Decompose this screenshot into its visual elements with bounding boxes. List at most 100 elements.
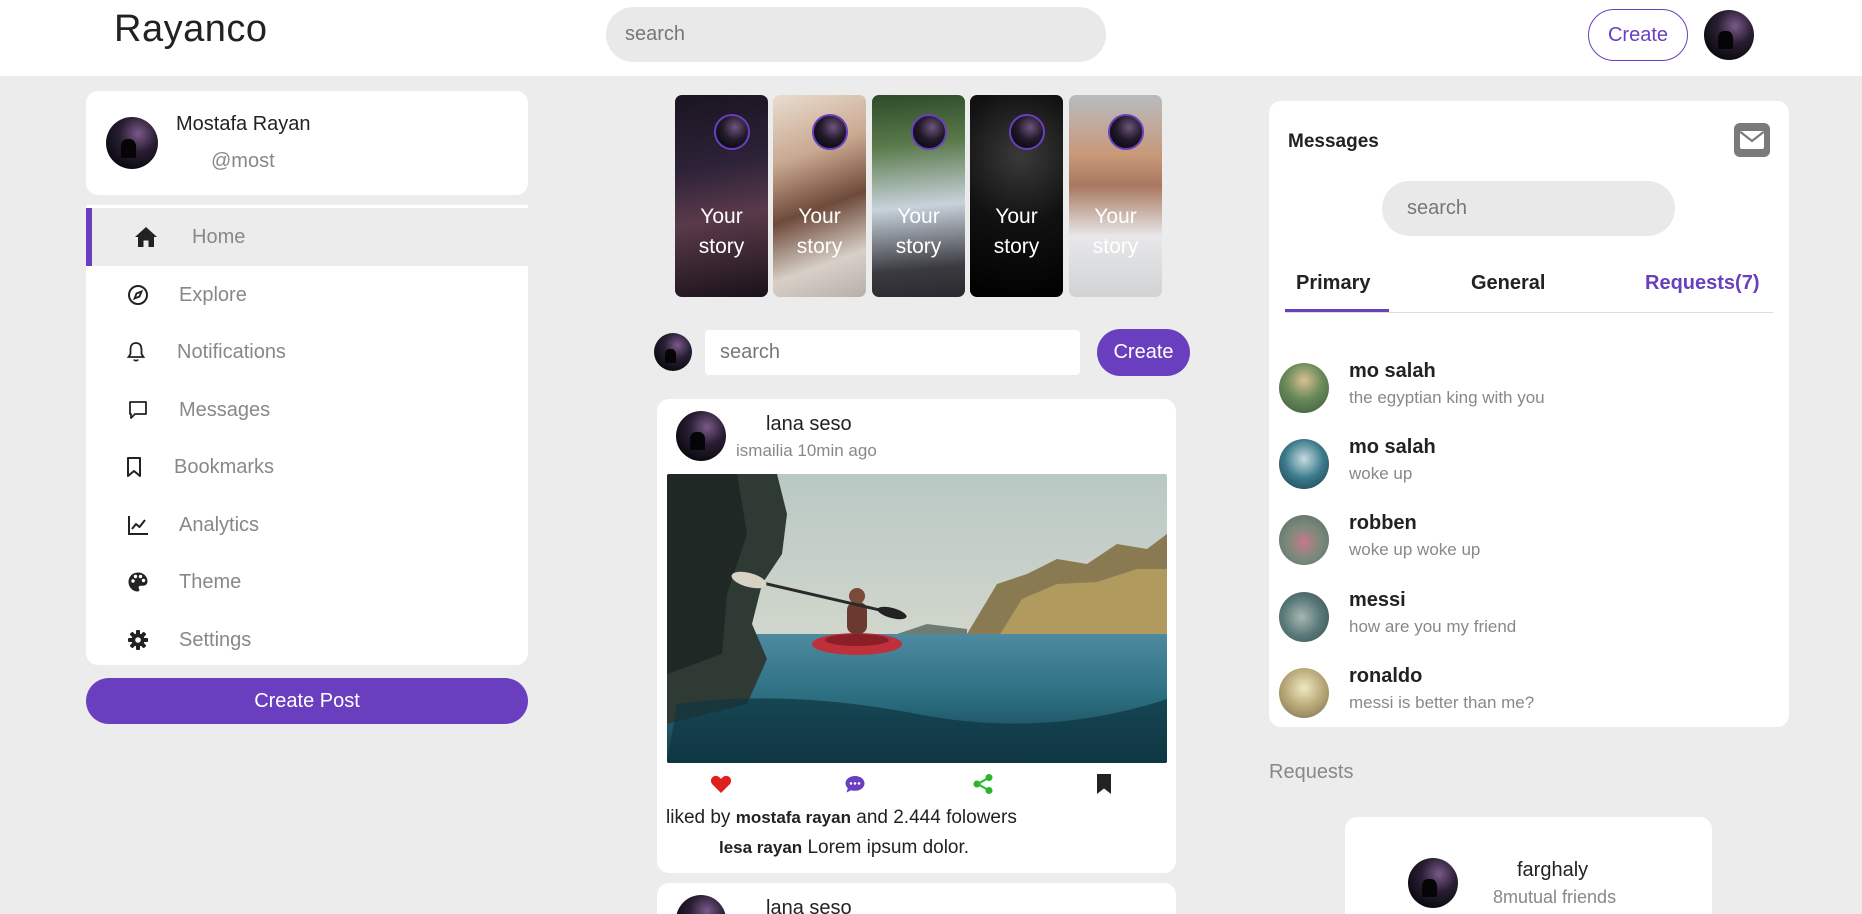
- top-search-input[interactable]: [606, 7, 1106, 62]
- feed-post: lana seso: [657, 883, 1176, 914]
- post-author-name[interactable]: lana seso: [766, 413, 852, 436]
- message-sender: mo salah: [1349, 360, 1436, 382]
- story-card[interactable]: Your story: [773, 95, 866, 297]
- story-label: Your story: [993, 205, 1040, 258]
- heart-icon[interactable]: [708, 771, 734, 797]
- message-preview: messi is better than me?: [1349, 693, 1535, 712]
- tab-primary[interactable]: Primary: [1285, 267, 1389, 312]
- sidebar: Home Explore Notifications Messages Book…: [86, 205, 528, 665]
- composer-avatar: [654, 333, 692, 371]
- profile-name: Mostafa Rayan: [176, 113, 311, 135]
- sidebar-item-label: Settings: [179, 628, 252, 651]
- home-icon: [134, 225, 158, 249]
- palette-icon: [126, 570, 150, 594]
- message-preview: woke up woke up: [1349, 540, 1481, 559]
- story-card[interactable]: Your story: [1069, 95, 1162, 297]
- message-sender: messi: [1349, 589, 1406, 611]
- profile-avatar: [106, 117, 158, 169]
- tab-requests[interactable]: Requests(7): [1645, 267, 1759, 312]
- profile-card[interactable]: Mostafa Rayan @most: [86, 91, 528, 195]
- feed-post: lana seso ismailia 10min ago liked by mo…: [657, 399, 1176, 873]
- liked-by-user[interactable]: mostafa rayan: [736, 808, 851, 827]
- sidebar-item-label: Notifications: [177, 340, 286, 363]
- sidebar-item-theme[interactable]: Theme: [86, 553, 528, 611]
- story-avatar: [911, 114, 947, 150]
- post-image: [667, 474, 1167, 763]
- sidebar-item-label: Explore: [179, 283, 247, 306]
- request-mutual-friends: 8mutual friends: [1493, 887, 1617, 907]
- story-card[interactable]: Your story: [675, 95, 768, 297]
- post-author-avatar[interactable]: [676, 895, 726, 914]
- message-item[interactable]: mo salah the egyptian king with you: [1269, 350, 1789, 420]
- message-avatar: [1279, 592, 1329, 642]
- story-label: Your story: [796, 205, 843, 258]
- sidebar-item-messages[interactable]: Messages: [86, 381, 528, 439]
- story-avatar: [812, 114, 848, 150]
- envelope-icon[interactable]: [1734, 123, 1770, 157]
- sidebar-item-label: Messages: [179, 398, 271, 421]
- post-author-avatar[interactable]: [676, 411, 726, 461]
- post-likes: liked by mostafa rayan and 2.444 folower…: [666, 807, 1017, 828]
- messages-title: Messages: [1288, 131, 1379, 152]
- message-item[interactable]: robben woke up woke up: [1269, 502, 1789, 572]
- message-preview: how are you my friend: [1349, 617, 1517, 636]
- post-author-name[interactable]: lana seso: [766, 897, 852, 914]
- share-icon[interactable]: [970, 771, 996, 797]
- story-avatar: [1108, 114, 1144, 150]
- brand-logo[interactable]: Rayanco: [114, 8, 267, 51]
- sidebar-item-label: Bookmarks: [174, 455, 275, 478]
- profile-handle: @most: [211, 150, 275, 172]
- request-card[interactable]: farghaly 8mutual friends: [1345, 817, 1712, 914]
- create-post-button[interactable]: Create Post: [86, 678, 528, 724]
- requests-title: Requests: [1269, 761, 1354, 783]
- bell-icon: [124, 340, 148, 364]
- sidebar-item-label: Theme: [179, 570, 242, 593]
- post-caption: lesa rayan Lorem ipsum dolor.: [719, 837, 970, 858]
- post-meta: ismailia 10min ago: [736, 441, 877, 460]
- tab-general[interactable]: General: [1471, 267, 1545, 312]
- story-avatar: [714, 114, 750, 150]
- composer-input[interactable]: [705, 330, 1080, 375]
- message-item[interactable]: ronaldo messi is better than me?: [1269, 655, 1789, 725]
- story-label: Your story: [698, 205, 745, 258]
- messages-panel: Messages Primary General Requests(7) mo …: [1269, 101, 1789, 727]
- message-item[interactable]: messi how are you my friend: [1269, 579, 1789, 649]
- sidebar-item-notifications[interactable]: Notifications: [86, 323, 528, 381]
- story-card[interactable]: Your story: [872, 95, 965, 297]
- chat-icon: [126, 398, 150, 422]
- request-avatar: [1408, 858, 1458, 908]
- sidebar-item-home[interactable]: Home: [86, 208, 528, 266]
- message-item[interactable]: mo salah woke up: [1269, 426, 1789, 496]
- request-name: farghaly: [1517, 859, 1589, 881]
- gear-icon: [126, 628, 150, 652]
- bookmark-icon: [122, 455, 146, 479]
- sidebar-item-explore[interactable]: Explore: [86, 266, 528, 324]
- chart-line-icon: [126, 513, 150, 537]
- message-sender: ronaldo: [1349, 665, 1423, 687]
- sidebar-item-analytics[interactable]: Analytics: [86, 496, 528, 554]
- composer-create-button[interactable]: Create: [1097, 329, 1190, 376]
- story-label: Your story: [895, 205, 942, 258]
- messages-search-input[interactable]: [1382, 181, 1675, 236]
- message-sender: mo salah: [1349, 436, 1436, 458]
- user-avatar[interactable]: [1704, 10, 1754, 60]
- bookmark-icon[interactable]: [1091, 771, 1117, 797]
- caption-author[interactable]: lesa rayan: [719, 838, 802, 857]
- message-preview: the egyptian king with you: [1349, 388, 1545, 407]
- top-create-button[interactable]: Create: [1588, 9, 1688, 61]
- message-avatar: [1279, 363, 1329, 413]
- sidebar-item-settings[interactable]: Settings: [86, 611, 528, 669]
- sidebar-item-label: Analytics: [179, 513, 260, 536]
- sidebar-item-bookmarks[interactable]: Bookmarks: [86, 438, 528, 496]
- messages-tabs: Primary General Requests(7): [1285, 267, 1773, 313]
- compass-icon: [126, 283, 150, 307]
- message-avatar: [1279, 439, 1329, 489]
- sidebar-item-label: Home: [192, 225, 246, 248]
- message-avatar: [1279, 668, 1329, 718]
- message-preview: woke up: [1349, 464, 1413, 483]
- story-card[interactable]: Your story: [970, 95, 1063, 297]
- comment-icon[interactable]: [842, 771, 868, 797]
- message-avatar: [1279, 515, 1329, 565]
- top-navbar: Rayanco Create: [0, 0, 1862, 76]
- message-sender: robben: [1349, 512, 1417, 534]
